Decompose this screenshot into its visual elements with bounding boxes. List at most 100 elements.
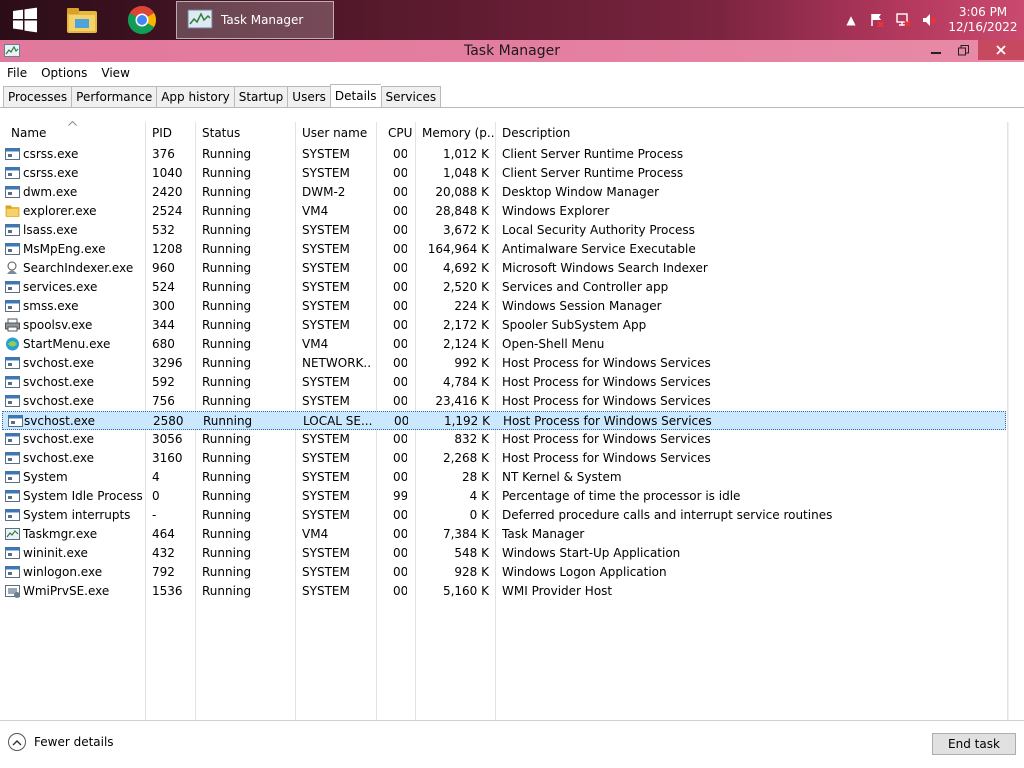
table-row[interactable]: svchost.exe 3296 Running NETWORK... 00 992 K H… xyxy=(0,354,1008,373)
start-button[interactable] xyxy=(0,0,50,40)
table-row[interactable]: svchost.exe 592 Running SYSTEM 00 4,784 K Host… xyxy=(0,373,1008,392)
table-row[interactable]: System 4 Running SYSTEM 00 28 K NT Kernel & Sy… xyxy=(0,468,1008,487)
column-header-pid[interactable]: PID xyxy=(152,122,192,144)
table-row[interactable]: svchost.exe 3160 Running SYSTEM 00 2,268 K Hos… xyxy=(0,449,1008,468)
table-row[interactable]: dwm.exe 2420 Running DWM-2 00 20,088 K Desktop… xyxy=(0,183,1008,202)
cell-desc: Client Server Runtime Process xyxy=(502,147,684,161)
table-row[interactable]: svchost.exe 756 Running SYSTEM 00 23,416 K Hos… xyxy=(0,392,1008,411)
tab-performance[interactable]: Performance xyxy=(71,86,157,108)
cell-name: svchost.exe xyxy=(23,451,94,465)
network-icon[interactable] xyxy=(890,0,916,40)
cell-pid: 532 xyxy=(152,223,175,237)
tab-startup[interactable]: Startup xyxy=(233,86,288,108)
table-row[interactable]: System Idle Process 0 Running SYSTEM 99 4 K Pe… xyxy=(0,487,1008,506)
cell-status: Running xyxy=(202,584,252,598)
table-row[interactable]: services.exe 524 Running SYSTEM 00 2,520 K Ser… xyxy=(0,278,1008,297)
cell-status: Running xyxy=(202,356,252,370)
tab-app-history[interactable]: App history xyxy=(156,86,234,108)
application-icon xyxy=(5,148,20,160)
cell-desc: NT Kernel & System xyxy=(502,470,622,484)
column-header-status[interactable]: Status xyxy=(202,122,292,144)
file-explorer-taskbar-button[interactable] xyxy=(56,0,108,40)
cell-pid: 792 xyxy=(152,565,175,579)
column-header-user-name[interactable]: User name xyxy=(302,122,374,144)
cell-user: NETWORK... xyxy=(302,356,372,370)
table-row[interactable]: svchost.exe 2580 Running LOCAL SE... 00 1,192… xyxy=(2,411,1006,430)
cell-pid: 1208 xyxy=(152,242,183,256)
tab-details[interactable]: Details xyxy=(329,84,381,108)
cell-status: Running xyxy=(202,299,252,313)
application-icon xyxy=(8,415,23,427)
action-center-flag-icon[interactable] xyxy=(864,0,890,40)
table-row[interactable]: smss.exe 300 Running SYSTEM 00 224 K Windows S… xyxy=(0,297,1008,316)
close-button[interactable] xyxy=(978,40,1024,60)
cell-status: Running xyxy=(202,337,252,351)
menu-view[interactable]: View xyxy=(101,66,129,80)
table-row[interactable]: svchost.exe 3056 Running SYSTEM 00 832 K Host … xyxy=(0,430,1008,449)
cell-pid: 464 xyxy=(152,527,175,541)
cell-pid: 592 xyxy=(152,375,175,389)
table-row[interactable]: StartMenu.exe 680 Running VM4 00 2,124 K Open-… xyxy=(0,335,1008,354)
menu-options[interactable]: Options xyxy=(41,66,87,80)
cell-mem: 4 K xyxy=(469,489,489,503)
vertical-scrollbar[interactable] xyxy=(1008,122,1024,720)
column-header-memory[interactable]: Memory (p... xyxy=(422,122,494,144)
sort-ascending-icon xyxy=(68,121,77,126)
table-row[interactable]: winlogon.exe 792 Running SYSTEM 00 928 K Windo… xyxy=(0,563,1008,582)
cell-pid: 2420 xyxy=(152,185,183,199)
cell-mem: 5,160 K xyxy=(442,584,489,598)
table-header: Name PID Status User name CPU Memory (p.… xyxy=(0,121,1008,144)
table-row[interactable]: csrss.exe 376 Running SYSTEM 00 1,012 K Client… xyxy=(0,145,1008,164)
chrome-taskbar-button[interactable] xyxy=(116,0,168,40)
application-icon xyxy=(5,243,20,255)
table-row[interactable]: MsMpEng.exe 1208 Running SYSTEM 00 164,964 K A… xyxy=(0,240,1008,259)
cell-status: Running xyxy=(202,204,252,218)
end-task-button[interactable]: End task xyxy=(932,733,1016,755)
minimize-button[interactable] xyxy=(922,40,950,60)
chevron-up-icon xyxy=(8,733,26,751)
cell-mem: 832 K xyxy=(454,432,489,446)
cell-cpu: 00 xyxy=(393,280,407,294)
volume-muted-icon[interactable] xyxy=(916,0,942,40)
cell-desc: Task Manager xyxy=(502,527,585,541)
column-header-description[interactable]: Description xyxy=(502,122,802,144)
table-row[interactable]: Taskmgr.exe 464 Running VM4 00 7,384 K Task Ma… xyxy=(0,525,1008,544)
tab-services[interactable]: Services xyxy=(380,86,442,108)
application-icon xyxy=(5,433,20,445)
application-icon xyxy=(5,471,20,483)
table-row[interactable]: lsass.exe 532 Running SYSTEM 00 3,672 K Local … xyxy=(0,221,1008,240)
cell-user: SYSTEM xyxy=(302,565,350,579)
table-row[interactable]: WmiPrvSE.exe 1536 Running SYSTEM 00 5,160 K WM… xyxy=(0,582,1008,601)
cell-name: svchost.exe xyxy=(24,414,95,428)
show-hidden-icons-icon[interactable]: ▲ xyxy=(838,0,864,40)
table-row[interactable]: spoolsv.exe 344 Running SYSTEM 00 2,172 K Spoo… xyxy=(0,316,1008,335)
window-title-bar[interactable]: Task Manager xyxy=(0,40,1024,62)
application-icon xyxy=(5,300,20,312)
cell-status: Running xyxy=(202,375,252,389)
cell-mem: 2,520 K xyxy=(442,280,489,294)
tab-users[interactable]: Users xyxy=(287,86,330,108)
cell-name: System interrupts xyxy=(23,508,131,522)
taskbar-clock[interactable]: 3:06 PM 12/16/2022 xyxy=(942,5,1024,35)
cell-name: System Idle Process xyxy=(23,489,143,503)
table-row[interactable]: csrss.exe 1040 Running SYSTEM 00 1,048 K Clien… xyxy=(0,164,1008,183)
column-header-cpu[interactable]: CPU xyxy=(388,122,414,144)
tab-processes[interactable]: Processes xyxy=(3,86,72,108)
cell-mem: 20,088 K xyxy=(435,185,489,199)
menu-file[interactable]: File xyxy=(7,66,27,80)
cell-name: System xyxy=(23,470,68,484)
table-row[interactable]: System interrupts - Running SYSTEM 00 0 K Defe… xyxy=(0,506,1008,525)
fewer-details-button[interactable]: Fewer details xyxy=(8,733,114,751)
application-icon xyxy=(5,224,20,236)
cell-mem: 548 K xyxy=(454,546,489,560)
task-manager-taskbar-button[interactable]: Task Manager xyxy=(176,1,334,39)
cell-desc: WMI Provider Host xyxy=(502,584,613,598)
cell-desc: Windows Explorer xyxy=(502,204,610,218)
cell-status: Running xyxy=(202,166,252,180)
table-row[interactable]: SearchIndexer.exe 960 Running SYSTEM 00 4,692… xyxy=(0,259,1008,278)
restore-button[interactable] xyxy=(950,40,976,60)
application-icon xyxy=(5,452,20,464)
cell-cpu: 00 xyxy=(393,508,407,522)
table-row[interactable]: explorer.exe 2524 Running VM4 00 28,848 K Wind… xyxy=(0,202,1008,221)
table-row[interactable]: wininit.exe 432 Running SYSTEM 00 548 K Window… xyxy=(0,544,1008,563)
